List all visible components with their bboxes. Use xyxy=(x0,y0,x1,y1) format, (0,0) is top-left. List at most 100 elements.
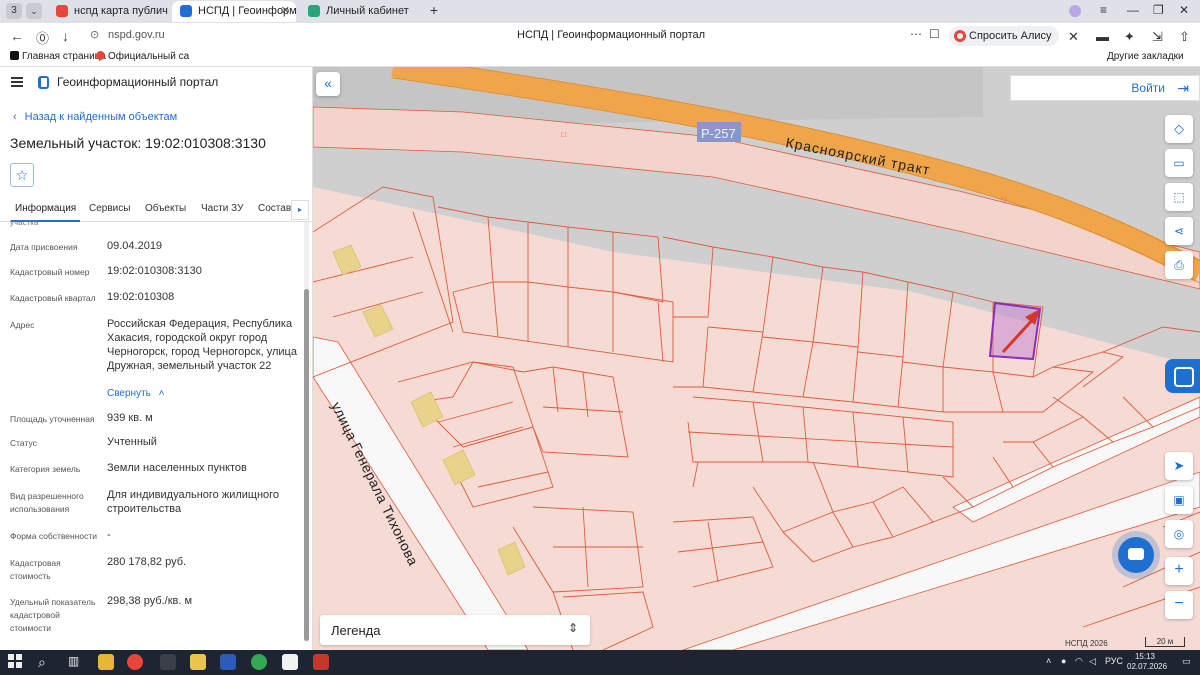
volume-icon[interactable]: ◁ xyxy=(1089,656,1096,667)
collapse-link[interactable]: Свернуть ˄ xyxy=(107,388,164,399)
login-button[interactable]: Войти ⇥ xyxy=(1010,75,1200,101)
windows-taskbar: ⌕ ▥ ˄ ● ◠ ◁ РУС 15:13 02.07.2026 ▭ xyxy=(0,650,1200,675)
tab-close-icon[interactable]: ✕ xyxy=(281,1,290,22)
extension-arrow-icon[interactable]: ⇲ xyxy=(1152,29,1163,45)
legend-label: Легенда xyxy=(331,623,381,638)
bookmarks-bar: Главная страница Официальный са Другие з… xyxy=(0,49,1200,67)
tab-list-chevron-icon[interactable]: ⌄ xyxy=(26,3,42,19)
field-label: Вид разрешенного использования xyxy=(10,491,84,514)
language-indicator[interactable]: РУС xyxy=(1105,656,1123,666)
parcel-title: Земельный участок: 19:02:010308:3130 xyxy=(10,135,266,151)
double-chevron-left-icon: « xyxy=(324,75,332,91)
field-value: 298,38 руб./кв. м xyxy=(107,595,193,607)
new-tab-plus-icon[interactable]: + xyxy=(426,3,442,19)
url-field[interactable]: ⊙ nspd.gov.ru НСПД | Геоинформационный п… xyxy=(84,26,944,46)
legend-dropdown[interactable]: Легенда ⇕ xyxy=(320,615,590,645)
field-label: Адрес xyxy=(10,320,35,330)
browser-tab-search[interactable]: нспд карта публичная кад xyxy=(48,1,168,22)
chat-assistant-button[interactable] xyxy=(1118,537,1154,573)
search-icon[interactable]: ⌕ xyxy=(38,654,54,670)
word-icon[interactable] xyxy=(220,654,236,670)
browser-tab-nspd[interactable]: НСПД | Геоинформаци ✕ xyxy=(172,1,296,22)
chrome-icon[interactable] xyxy=(251,654,267,670)
minimize-icon[interactable]: — xyxy=(1127,3,1139,17)
zoom-out-button[interactable]: − xyxy=(1165,591,1193,619)
field-value: Учтенный xyxy=(107,436,157,448)
parcel-marker: □ xyxy=(1001,195,1006,204)
download-icon[interactable]: ↓ xyxy=(62,28,69,44)
windows-start-icon[interactable] xyxy=(8,654,24,670)
menu-icon[interactable]: ≡ xyxy=(1100,3,1107,17)
geo-search-button[interactable]: ◎ xyxy=(1165,520,1193,548)
bookmark-official[interactable]: Официальный са xyxy=(96,51,189,62)
url-text: nspd.gov.ru xyxy=(108,29,165,41)
file-explorer-icon[interactable] xyxy=(98,654,114,670)
select-area-button[interactable]: ⬚ xyxy=(1165,183,1193,211)
panel-tabs: Информация Сервисы Объекты Части ЗУ Сост… xyxy=(0,200,312,222)
plus-icon: + xyxy=(1174,561,1184,578)
other-bookmarks[interactable]: Другие закладки xyxy=(1107,51,1184,62)
profile-avatar[interactable] xyxy=(1069,5,1081,17)
yandex-browser-icon[interactable] xyxy=(127,654,143,670)
microphone-icon[interactable]: ● xyxy=(1061,656,1066,666)
document-icon[interactable] xyxy=(282,654,298,670)
extension-hat-icon[interactable]: ▬ xyxy=(1096,29,1109,44)
tab-information[interactable]: Информация xyxy=(10,203,81,222)
hamburger-menu-icon[interactable] xyxy=(11,77,23,87)
bookmark-main-page[interactable]: Главная страница xyxy=(10,51,106,62)
print-button[interactable]: ⎙ xyxy=(1165,251,1193,279)
share-map-button[interactable]: ⋖ xyxy=(1165,217,1193,245)
close-window-icon[interactable]: ✕ xyxy=(1179,3,1189,17)
zoom-in-button[interactable]: + xyxy=(1165,557,1193,585)
cadastral-map[interactable]: □ □ Р-257 Красноярский тракт улица Генер… xyxy=(313,67,1200,650)
notes-icon[interactable] xyxy=(190,654,206,670)
collapse-panel-button[interactable]: « xyxy=(316,72,340,96)
ask-alice-button[interactable]: Спросить Алису AI xyxy=(949,26,1059,62)
extension-x-icon[interactable]: ✕ xyxy=(1068,29,1079,45)
tray-chevron-icon[interactable]: ˄ xyxy=(1046,656,1051,666)
parcel-marker: □ xyxy=(561,130,566,139)
login-icon: ⇥ xyxy=(1177,80,1189,96)
share-icon: ⋖ xyxy=(1173,224,1185,238)
measure-button[interactable]: ▭ xyxy=(1165,149,1193,177)
my-location-button[interactable]: ➤ xyxy=(1165,452,1193,480)
bookmark-icon[interactable]: ☐ xyxy=(929,27,940,41)
wifi-icon[interactable]: ◠ xyxy=(1075,656,1083,667)
tab-services[interactable]: Сервисы xyxy=(89,203,130,214)
favorite-star-button[interactable]: ☆ xyxy=(10,163,34,187)
tab-objects[interactable]: Объекты xyxy=(145,203,186,214)
field-value: 280 178,82 руб. xyxy=(107,556,187,568)
more-dots-icon[interactable]: ⋯ xyxy=(910,27,922,41)
notifications-icon[interactable]: ▭ xyxy=(1182,656,1191,667)
task-view-icon[interactable]: ▥ xyxy=(68,654,84,670)
minus-icon: − xyxy=(1174,595,1184,612)
extensions-puzzle-icon[interactable]: ✦ xyxy=(1124,29,1135,45)
app-icon[interactable] xyxy=(160,654,176,670)
map-canvas[interactable]: □ □ Р-257 Красноярский тракт улица Генер… xyxy=(313,67,1200,650)
tab-parts[interactable]: Части ЗУ xyxy=(201,203,243,214)
side-widget-tab[interactable] xyxy=(1165,359,1200,393)
app-grid-icon[interactable] xyxy=(313,654,329,670)
tabs-next-button[interactable]: ▸ xyxy=(291,200,309,220)
basemap-button[interactable]: ▣ xyxy=(1165,486,1193,514)
tab-composition[interactable]: Состав xyxy=(258,203,291,214)
panel-scrollbar-thumb[interactable] xyxy=(304,289,309,641)
share-icon[interactable]: ⇧ xyxy=(1179,29,1190,45)
system-clock[interactable]: 15:13 02.07.2026 xyxy=(1127,652,1167,672)
address-value: Российская Федерация, Республика Хакасия… xyxy=(107,318,297,372)
clipped-label: участка xyxy=(10,218,39,227)
yandex-shield-icon[interactable]: ⓪ xyxy=(36,28,49,47)
restore-icon[interactable]: ❐ xyxy=(1153,3,1164,17)
site-info-icon[interactable]: ⊙ xyxy=(90,28,99,41)
back-to-results-link[interactable]: ‹ Назад к найденным объектам xyxy=(13,111,177,123)
field-label: Кадастровая стоимость xyxy=(10,558,61,581)
tab-counter[interactable]: 3 xyxy=(6,3,22,19)
browser-tab-cabinet[interactable]: Личный кабинет xyxy=(300,1,420,22)
tab-label: Личный кабинет xyxy=(326,5,409,17)
back-link-label: Назад к найденным объектам xyxy=(24,111,178,123)
tab-label: нспд карта публичная кад xyxy=(74,5,168,17)
back-arrow-icon[interactable]: ← xyxy=(10,28,24,44)
login-label: Войти xyxy=(1131,81,1165,95)
nspd-favicon-icon xyxy=(180,5,192,17)
layers-button[interactable]: ◇ xyxy=(1165,115,1193,143)
